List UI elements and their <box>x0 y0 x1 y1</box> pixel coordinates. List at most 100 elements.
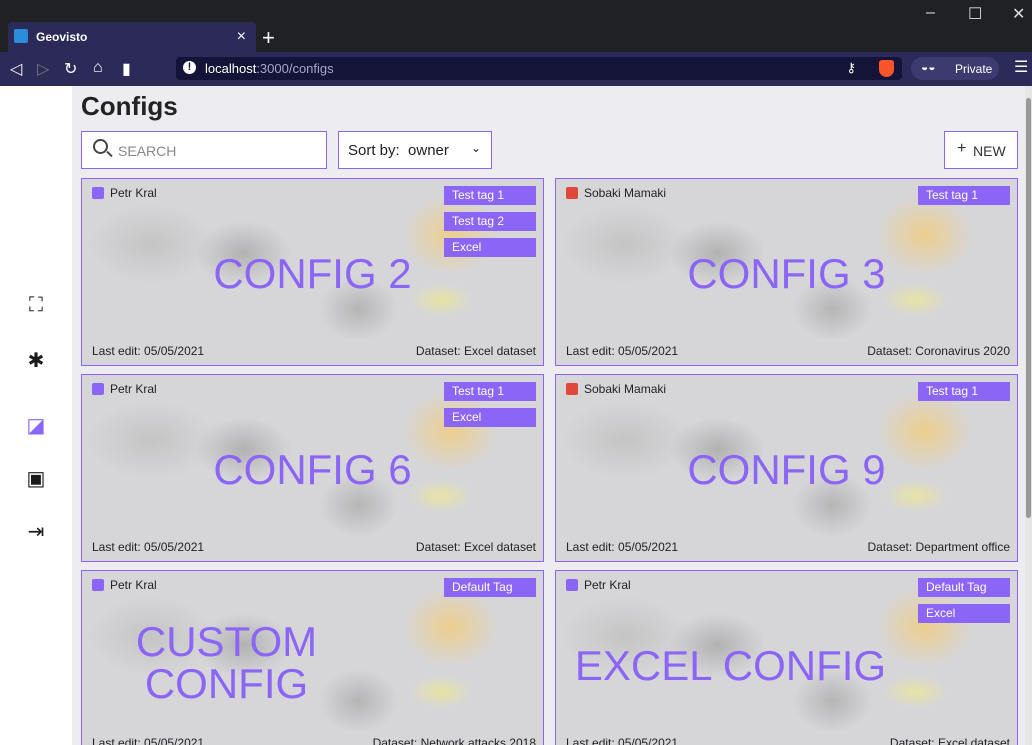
url-host: localhost <box>205 61 257 76</box>
config-card[interactable]: Petr Kral Test tag 1 Excel CONFIG 6 Last edi… <box>81 374 544 562</box>
config-card[interactable]: Petr Kral Default Tag CUSTOM CONFIG Last edi… <box>81 570 544 745</box>
owner-name: Sobaki Mamaki <box>584 382 667 396</box>
config-name: CUSTOM CONFIG <box>82 618 457 705</box>
config-name-line: CONFIG 2 <box>213 250 412 297</box>
owner-name: Petr Kral <box>110 578 157 592</box>
config-tag: Test tag 1 <box>918 382 1010 401</box>
address-bar[interactable]: ! localhost:3000/configs ⚷ <box>176 57 902 80</box>
last-edit-text: Last edit: 05/05/2021 <box>92 540 205 554</box>
private-label: Private <box>955 62 993 76</box>
tab-title: Geovisto <box>36 30 88 44</box>
config-name: CONFIG 2 <box>82 253 543 295</box>
dataset-text: Dataset: Excel dataset <box>415 344 536 358</box>
config-tags: Test tag 1 Test tag 2 Excel <box>444 186 536 257</box>
browser-titlebar: Geovisto × + – ☐ ✕ <box>0 0 1032 52</box>
config-card[interactable]: Petr Kral Default Tag Excel EXCEL CONFIG Las… <box>555 570 1018 745</box>
browser-toolbar: ◁ ▷ ↻ ⌂ ▮ ! localhost:3000/configs ⚷ ◒◒ … <box>0 52 1032 86</box>
private-badge[interactable]: ◒◒ Private <box>911 57 999 80</box>
config-name: CONFIG 6 <box>82 449 543 491</box>
config-tag: Test tag 1 <box>918 186 1010 205</box>
geo-logo-icon[interactable]: ⛶ <box>24 293 48 317</box>
config-tag: Excel <box>918 604 1010 623</box>
owner-name: Petr Kral <box>584 578 631 592</box>
reload-icon[interactable]: ↻ <box>64 59 77 79</box>
url-path: :3000/configs <box>256 61 334 76</box>
config-tag: Default Tag <box>444 578 536 597</box>
config-tags: Test tag 1 <box>918 382 1010 401</box>
owner-avatar-icon <box>92 187 104 199</box>
config-tag: Excel <box>444 408 536 427</box>
chart-icon[interactable]: ◪ <box>24 414 48 438</box>
new-tab-button[interactable]: + <box>262 25 275 51</box>
dataset-text: Dataset: Excel dataset <box>889 736 1010 745</box>
sort-text: Sort by: owner <box>348 142 449 159</box>
sort-value: owner <box>408 142 449 159</box>
scrollbar-thumb[interactable] <box>1026 98 1031 518</box>
browser-menu-icon[interactable]: ☰ <box>1014 57 1028 77</box>
config-card[interactable]: Sobaki Mamaki Test tag 1 CONFIG 9 Last edit… <box>555 374 1018 562</box>
config-name-line: CUSTOM <box>135 618 318 665</box>
window-close-icon[interactable]: ✕ <box>1012 4 1025 24</box>
last-edit-text: Last edit: 05/05/2021 <box>566 344 679 358</box>
new-config-button[interactable]: + NEW <box>944 131 1018 169</box>
dataset-text: Dataset: Excel dataset <box>415 540 536 554</box>
owner-name: Petr Kral <box>110 382 157 396</box>
dataset-text: Dataset: Coronavirus 2020 <box>867 344 1010 358</box>
configs-page: Configs Sort by: owner ⌄ + NEW Petr Kral… <box>72 86 1032 745</box>
new-label: NEW <box>973 143 1006 159</box>
maximize-icon[interactable]: ☐ <box>968 4 982 24</box>
config-name-line: CONFIG 3 <box>687 250 886 297</box>
sort-select[interactable]: Sort by: owner ⌄ <box>338 131 492 169</box>
config-owner: Petr Kral <box>92 578 157 592</box>
config-tags: Test tag 1 <box>918 186 1010 205</box>
bookmark-icon[interactable]: ▮ <box>122 59 131 79</box>
config-tags: Default Tag <box>444 578 536 597</box>
glasses-icon: ◒◒ <box>921 60 936 74</box>
config-tags: Default Tag Excel <box>918 578 1010 623</box>
config-tags: Test tag 1 Excel <box>444 382 536 427</box>
config-card[interactable]: Sobaki Mamaki Test tag 1 CONFIG 3 Last edit… <box>555 178 1018 366</box>
config-tag: Test tag 1 <box>444 382 536 401</box>
config-tag: Test tag 2 <box>444 212 536 231</box>
forward-icon[interactable]: ▷ <box>37 59 49 79</box>
dataset-text: Dataset: Network attacks 2018 <box>372 736 536 745</box>
config-owner: Petr Kral <box>92 186 157 200</box>
sidebar: ⛶ ✱ ◪ ▣ ⇥ <box>0 86 72 745</box>
owner-avatar-icon <box>566 579 578 591</box>
last-edit-text: Last edit: 05/05/2021 <box>566 540 679 554</box>
page-scrollbar[interactable] <box>1025 86 1032 745</box>
config-tag: Default Tag <box>918 578 1010 597</box>
site-info-icon[interactable]: ! <box>183 61 196 74</box>
chevron-down-icon: ⌄ <box>470 141 481 155</box>
logout-icon[interactable]: ⇥ <box>24 520 48 544</box>
minimize-icon[interactable]: – <box>926 4 935 22</box>
config-name-line: CONFIG 9 <box>687 446 886 493</box>
browser-tab[interactable]: Geovisto × <box>8 22 256 52</box>
back-icon[interactable]: ◁ <box>10 59 22 79</box>
config-owner: Sobaki Mamaki <box>566 382 666 396</box>
search-box[interactable] <box>81 131 327 169</box>
owner-avatar-icon <box>566 187 578 199</box>
config-name-line: EXCEL CONFIG <box>574 642 887 689</box>
config-tag: Test tag 1 <box>444 186 536 205</box>
last-edit-text: Last edit: 05/05/2021 <box>566 736 679 745</box>
owner-avatar-icon <box>92 383 104 395</box>
url-text: localhost:3000/configs <box>205 61 334 76</box>
sort-label: Sort by: <box>348 142 400 159</box>
page-title: Configs <box>81 91 178 121</box>
key-icon[interactable]: ⚷ <box>846 60 856 76</box>
profile-icon[interactable]: ▣ <box>24 467 48 491</box>
config-owner: Petr Kral <box>92 382 157 396</box>
home-icon[interactable]: ⌂ <box>93 59 103 77</box>
config-card[interactable]: Petr Kral Test tag 1 Test tag 2 Excel CONFIG… <box>81 178 544 366</box>
search-input[interactable] <box>116 140 320 162</box>
plus-icon: + <box>957 140 967 157</box>
config-name-line: CONFIG 6 <box>213 446 412 493</box>
owner-name: Petr Kral <box>110 186 157 200</box>
config-name: CONFIG 3 <box>556 253 1017 295</box>
puzzle-icon[interactable]: ✱ <box>24 349 48 373</box>
brave-shield-icon[interactable] <box>879 60 894 77</box>
last-edit-text: Last edit: 05/05/2021 <box>92 344 205 358</box>
tab-close-icon[interactable]: × <box>237 28 246 46</box>
owner-avatar-icon <box>92 579 104 591</box>
